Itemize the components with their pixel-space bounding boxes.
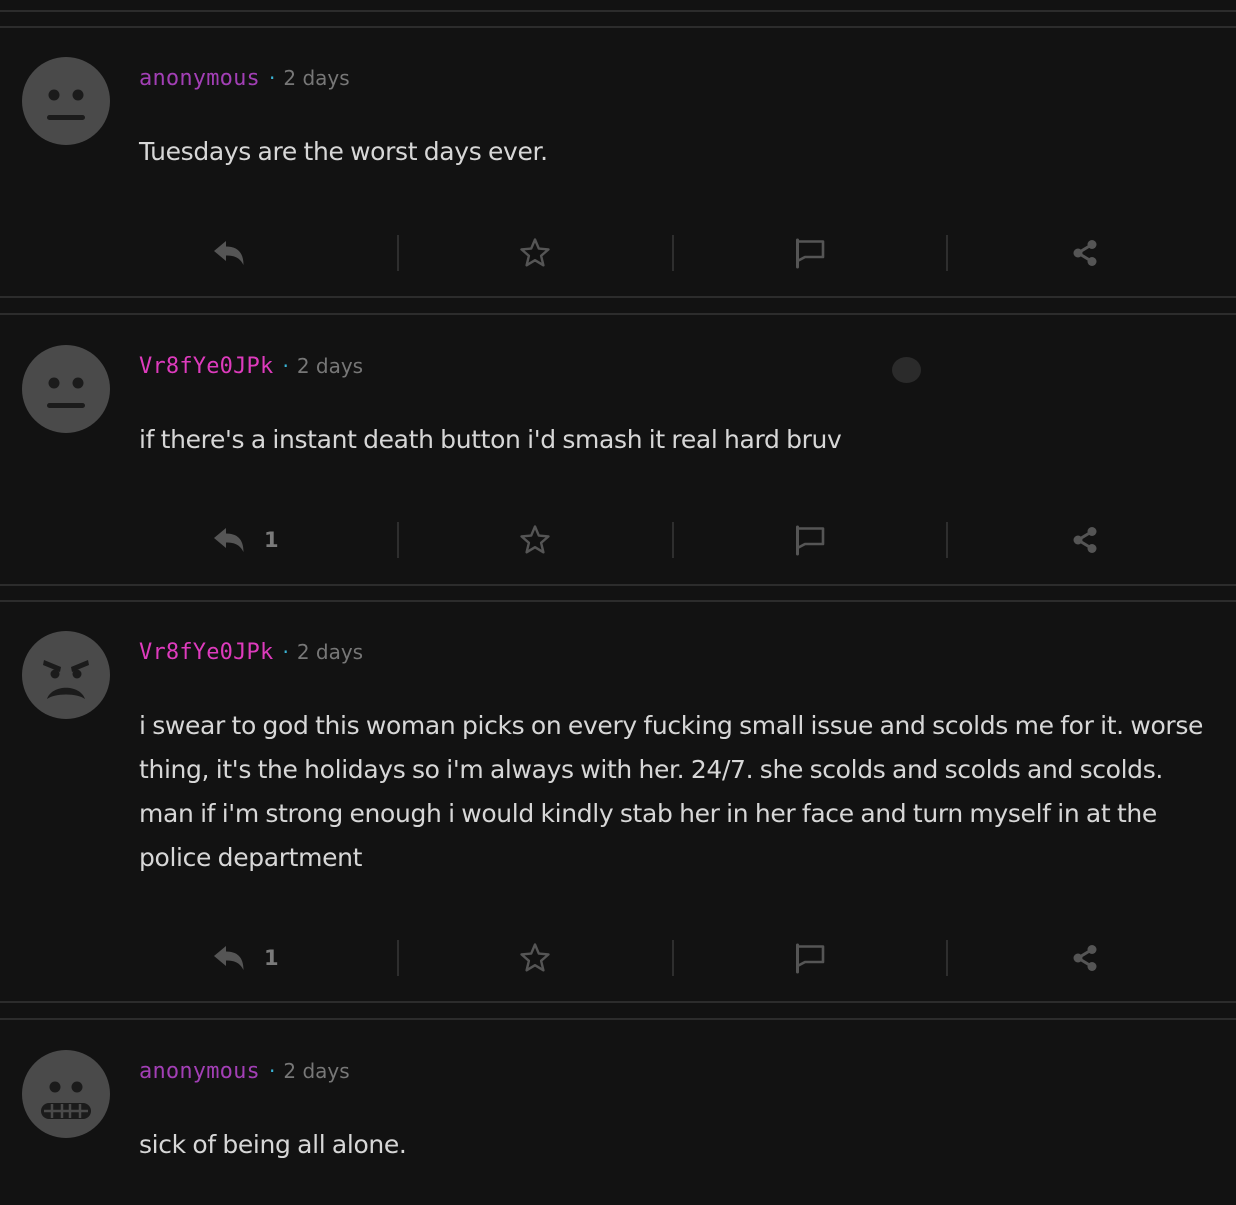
flag-icon (794, 237, 826, 269)
post-body: if there's a instant death button i'd sm… (139, 425, 842, 454)
action-divider (397, 940, 399, 976)
meta-separator: · (282, 640, 289, 664)
meta-separator: · (269, 1059, 276, 1083)
post-item: anonymous · 2 days sick of being all alo… (0, 1020, 1236, 1205)
post-divider (0, 1001, 1236, 1003)
post-divider (0, 296, 1236, 298)
reply-count: 1 (264, 528, 279, 552)
neutral-face-icon[interactable] (22, 57, 110, 145)
flag-icon (794, 942, 826, 974)
neutral-face-icon[interactable] (22, 345, 110, 433)
post-meta: anonymous · 2 days (139, 62, 350, 94)
post-divider (0, 584, 1236, 586)
action-divider (397, 522, 399, 558)
post-item: anonymous · 2 days Tuesdays are the wors… (0, 27, 1236, 297)
star-icon (519, 942, 551, 974)
meta-separator: · (282, 354, 289, 378)
post-body: Tuesdays are the worst days ever. (139, 137, 548, 166)
action-divider (946, 235, 948, 271)
share-icon (1071, 526, 1099, 554)
timestamp: 2 days (296, 640, 364, 664)
share-icon (1071, 239, 1099, 267)
favorite-button[interactable] (519, 520, 551, 560)
post-actions: 1 (0, 520, 1236, 560)
post-meta: Vr8fYe0JPk · 2 days (139, 350, 363, 382)
reply-icon (212, 943, 246, 973)
reply-button[interactable]: 1 (212, 520, 279, 560)
post-meta: anonymous · 2 days (139, 1055, 350, 1087)
report-button[interactable] (794, 520, 826, 560)
meta-separator: · (269, 66, 276, 90)
faded-indicator (892, 357, 921, 383)
username-link[interactable]: anonymous (139, 1059, 260, 1084)
post-meta: Vr8fYe0JPk · 2 days (139, 636, 363, 668)
post-item: Vr8fYe0JPk · 2 days if there's a instant… (0, 315, 1236, 585)
grimacing-face-icon[interactable] (22, 1050, 110, 1138)
post-actions: 1 (0, 938, 1236, 978)
post-body: i swear to god this woman picks on every… (139, 711, 1204, 872)
share-button[interactable] (1071, 520, 1099, 560)
star-icon (519, 237, 551, 269)
reply-count: 1 (264, 946, 279, 970)
reply-icon (212, 238, 246, 268)
reply-icon (212, 525, 246, 555)
username-link[interactable]: anonymous (139, 66, 260, 91)
favorite-button[interactable] (519, 938, 551, 978)
angry-face-icon[interactable] (22, 631, 110, 719)
action-divider (672, 235, 674, 271)
action-divider (946, 940, 948, 976)
flag-icon (794, 524, 826, 556)
share-button[interactable] (1071, 938, 1099, 978)
username-link[interactable]: Vr8fYe0JPk (139, 640, 273, 665)
timestamp: 2 days (296, 354, 364, 378)
favorite-button[interactable] (519, 233, 551, 273)
star-icon (519, 524, 551, 556)
action-divider (672, 940, 674, 976)
post-item: Vr8fYe0JPk · 2 days i swear to god this … (0, 601, 1236, 1003)
share-icon (1071, 944, 1099, 972)
post-actions (0, 233, 1236, 273)
action-divider (672, 522, 674, 558)
timestamp: 2 days (283, 1059, 350, 1083)
top-divider (0, 10, 1236, 12)
report-button[interactable] (794, 233, 826, 273)
timestamp: 2 days (283, 66, 350, 90)
share-button[interactable] (1071, 233, 1099, 273)
post-body: sick of being all alone. (139, 1130, 407, 1159)
action-divider (946, 522, 948, 558)
username-link[interactable]: Vr8fYe0JPk (139, 354, 273, 379)
reply-button[interactable]: 1 (212, 938, 279, 978)
report-button[interactable] (794, 938, 826, 978)
action-divider (397, 235, 399, 271)
reply-button[interactable] (212, 233, 264, 273)
